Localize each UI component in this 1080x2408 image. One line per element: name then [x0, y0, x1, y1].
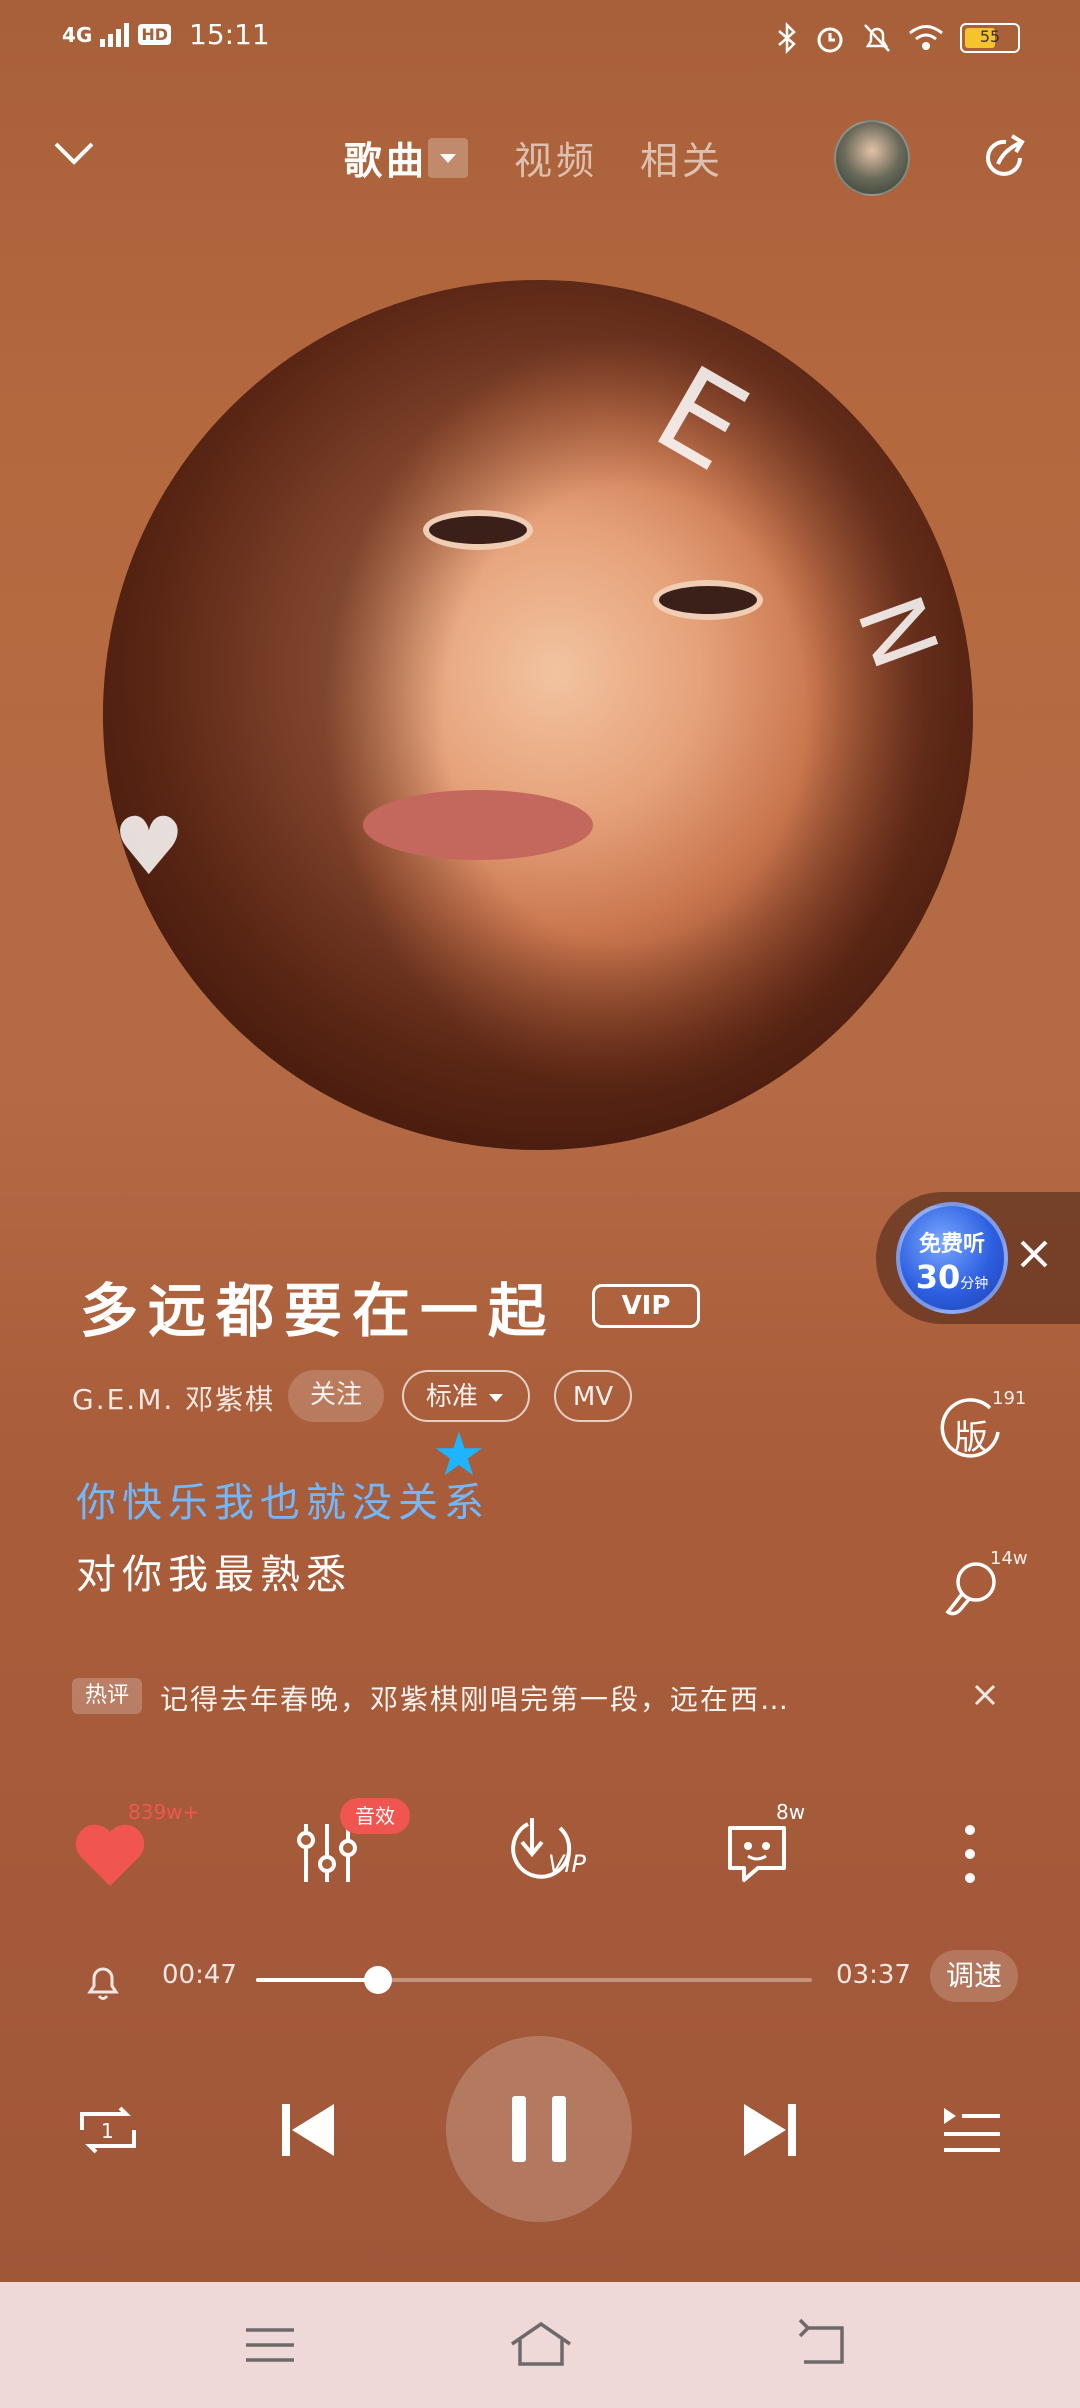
hot-comment-text[interactable]: 记得去年春晚，邓紫棋刚唱完第一段，远在西… — [160, 1678, 900, 1718]
clock: 15:11 — [189, 18, 270, 51]
ringtone-button[interactable]: 14w — [940, 1548, 1030, 1628]
current-time: 00:47 — [162, 1960, 237, 1990]
battery-icon: 55 — [960, 23, 1020, 53]
pause-button[interactable] — [446, 2036, 632, 2222]
free-listen-badge[interactable]: 免费听 30分钟 — [896, 1202, 1008, 1314]
comment-count: 8w — [776, 1800, 806, 1824]
total-time: 03:37 — [836, 1960, 911, 1990]
status-bar: 4G HD 15:11 55 — [0, 0, 1080, 80]
ringtone-count: 14w — [990, 1548, 1028, 1569]
caret-down-icon — [440, 154, 456, 163]
next-track-icon[interactable] — [730, 2090, 810, 2170]
hot-comment-bar[interactable]: 热评 记得去年春晚，邓紫棋刚唱完第一段，远在西… — [72, 1678, 1002, 1722]
pause-icon — [512, 2096, 566, 2162]
system-nav-bar — [0, 2282, 1080, 2408]
version-button[interactable]: 版 191 — [940, 1388, 1030, 1468]
collapse-chevron-icon[interactable] — [50, 134, 98, 174]
previous-track-icon[interactable] — [268, 2090, 348, 2170]
download-button[interactable]: VIP — [502, 1800, 602, 1890]
vip-tag: VIP — [592, 1284, 700, 1328]
sleep-timer-bell-icon[interactable] — [80, 1958, 126, 2004]
like-count: 839w+ — [128, 1800, 200, 1824]
mute-notifications-icon — [864, 24, 890, 52]
progress-track[interactable] — [256, 1966, 812, 1994]
close-icon[interactable] — [1008, 1228, 1060, 1280]
sound-effects-badge: 音效 — [340, 1798, 410, 1834]
download-vip-label: VIP — [548, 1850, 586, 1878]
album-cover-image: E N ♥ — [103, 280, 973, 1150]
bluetooth-icon — [778, 22, 796, 54]
hot-comment-tag: 热评 — [72, 1678, 142, 1714]
signal-icon — [100, 22, 130, 47]
playback-speed-button[interactable]: 调速 — [930, 1950, 1018, 2002]
comment-bubble-icon — [728, 1826, 786, 1882]
song-dropdown-button[interactable] — [428, 138, 468, 178]
tab-video[interactable]: 视频 — [514, 130, 598, 185]
playlist-icon[interactable] — [932, 2090, 1012, 2170]
follow-button[interactable]: 关注 — [288, 1370, 384, 1422]
wifi-icon — [909, 25, 943, 50]
mv-button[interactable]: MV — [554, 1370, 632, 1422]
heart-icon — [75, 1824, 145, 1886]
quality-label: 标准 — [425, 1382, 478, 1412]
quality-selector[interactable]: 标准 — [402, 1370, 530, 1422]
comments-button[interactable]: 8w — [720, 1800, 820, 1890]
home-icon[interactable] — [506, 2318, 576, 2372]
song-title: 多远都要在一起 — [80, 1277, 557, 1345]
network-indicator: 4G — [62, 22, 93, 47]
lyric-next-line[interactable]: 对你我最熟悉 — [76, 1542, 352, 1600]
version-count: 191 — [992, 1388, 1027, 1409]
menu-icon[interactable] — [240, 2318, 300, 2372]
progress-row: 00:47 03:37 调速 — [0, 1950, 1080, 2010]
close-icon[interactable] — [968, 1678, 1002, 1712]
avatar[interactable] — [834, 120, 910, 196]
version-label: 版 — [954, 1418, 988, 1458]
caret-down-icon — [489, 1393, 504, 1402]
progress-knob[interactable] — [364, 1966, 393, 1994]
tab-song[interactable]: 歌曲 — [344, 130, 428, 185]
top-nav: 歌曲 视频 相关 — [0, 120, 1080, 196]
hd-badge: HD — [138, 24, 172, 45]
lyric-current-line[interactable]: 你快乐我也就没关系 — [76, 1470, 490, 1528]
tab-related[interactable]: 相关 — [640, 130, 724, 185]
share-icon[interactable] — [978, 130, 1032, 184]
more-vertical-icon — [965, 1825, 975, 1883]
repeat-one-icon[interactable]: 1 — [68, 2090, 148, 2170]
like-button[interactable]: 839w+ — [70, 1800, 199, 1890]
more-options-button[interactable] — [930, 1800, 1010, 1890]
svg-text:1: 1 — [101, 2119, 114, 2143]
free-listen-widget[interactable]: 免费听 30分钟 — [876, 1192, 1080, 1324]
back-icon[interactable] — [792, 2318, 852, 2372]
artist-name[interactable]: G.E.M. 邓紫棋 — [72, 1378, 275, 1418]
alarm-icon — [817, 27, 843, 53]
